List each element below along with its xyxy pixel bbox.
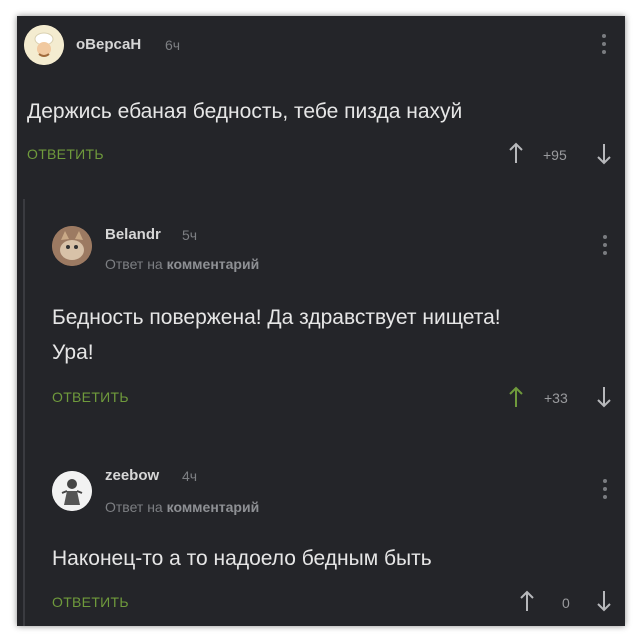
reply-to-link[interactable]: комментарий [167, 256, 260, 272]
comments-panel: оВерсаН 6ч Держись ебаная бедность, тебе… [17, 16, 625, 626]
downvote-icon[interactable] [596, 386, 612, 408]
upvote-icon-active[interactable] [508, 386, 524, 408]
cat-avatar-icon [52, 226, 92, 266]
thread-line [23, 199, 25, 626]
avatar-belandr[interactable] [52, 226, 92, 266]
more-options-icon[interactable] [603, 479, 607, 503]
rating-count: 0 [562, 595, 570, 611]
reply-to-label[interactable]: Ответ на комментарий [105, 499, 259, 515]
avatar-oversan[interactable] [24, 25, 64, 65]
figure-avatar-icon [52, 471, 92, 511]
comment-time: 5ч [182, 227, 198, 243]
rating-count: +95 [543, 147, 567, 163]
comment-text: Держись ебаная бедность, тебе пизда наху… [27, 100, 463, 123]
upvote-icon[interactable] [519, 590, 535, 612]
comment-username[interactable]: оВерсаН [76, 36, 141, 53]
downvote-icon[interactable] [596, 143, 612, 165]
reply-button[interactable]: ОТВЕТИТЬ [52, 389, 129, 405]
reply-to-link[interactable]: комментарий [167, 499, 260, 515]
reply-to-prefix: Ответ на [105, 256, 163, 272]
reply-button[interactable]: ОТВЕТИТЬ [52, 594, 129, 610]
downvote-icon[interactable] [596, 590, 612, 612]
comment-text: Наконец-то а то надоело бедным быть [52, 547, 432, 570]
upvote-icon[interactable] [508, 142, 524, 164]
more-options-icon[interactable] [603, 235, 607, 259]
reply-to-label[interactable]: Ответ на комментарий [105, 256, 259, 272]
chef-avatar-icon [24, 25, 64, 65]
reply-button[interactable]: ОТВЕТИТЬ [27, 146, 104, 162]
comment-username[interactable]: zeebow [105, 467, 159, 484]
more-options-icon[interactable] [602, 34, 606, 58]
comment-time: 6ч [165, 37, 181, 53]
comment-username[interactable]: Belandr [105, 226, 161, 243]
rating-count: +33 [544, 390, 568, 406]
reply-to-prefix: Ответ на [105, 499, 163, 515]
avatar-zeebow[interactable] [52, 471, 92, 511]
comment-text: Бедность повержена! Да здравствует нищет… [52, 306, 501, 364]
comment-time: 4ч [182, 468, 198, 484]
